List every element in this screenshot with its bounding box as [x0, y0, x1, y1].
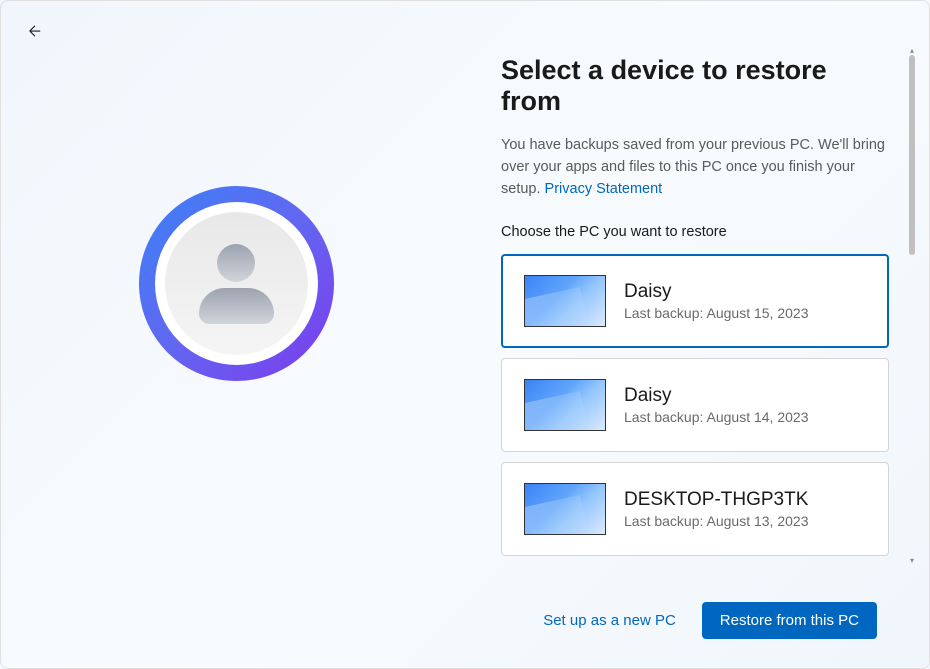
main-container: Select a device to restore from You have…: [1, 1, 929, 566]
device-name: DESKTOP-THGP3TK: [624, 489, 808, 511]
device-info: DESKTOP-THGP3TK Last backup: August 13, …: [624, 489, 808, 529]
device-backup-date: Last backup: August 14, 2023: [624, 409, 808, 425]
back-arrow-icon: [26, 22, 44, 40]
device-thumbnail-icon: [524, 379, 606, 431]
choose-pc-label: Choose the PC you want to restore: [501, 224, 889, 240]
device-card[interactable]: Daisy Last backup: August 15, 2023: [501, 254, 889, 348]
device-thumbnail-icon: [524, 275, 606, 327]
right-panel: Select a device to restore from You have…: [471, 1, 929, 566]
device-backup-date: Last backup: August 15, 2023: [624, 305, 808, 321]
device-name: Daisy: [624, 385, 808, 407]
avatar-icon: [165, 212, 308, 355]
scroll-track[interactable]: [909, 55, 915, 555]
restore-from-pc-button[interactable]: Restore from this PC: [702, 602, 877, 639]
scroll-down-icon[interactable]: ▾: [907, 555, 917, 565]
footer: Set up as a new PC Restore from this PC: [1, 596, 929, 668]
device-name: Daisy: [624, 281, 808, 303]
privacy-statement-link[interactable]: Privacy Statement: [545, 181, 663, 197]
scroll-thumb[interactable]: [909, 55, 915, 255]
device-card[interactable]: Daisy Last backup: August 14, 2023: [501, 358, 889, 452]
device-backup-date: Last backup: August 13, 2023: [624, 513, 808, 529]
page-description: You have backups saved from your previou…: [501, 135, 889, 200]
device-info: Daisy Last backup: August 15, 2023: [624, 281, 808, 321]
device-card[interactable]: DESKTOP-THGP3TK Last backup: August 13, …: [501, 462, 889, 556]
left-panel: [1, 1, 471, 566]
page-title: Select a device to restore from: [501, 55, 889, 117]
back-button[interactable]: [23, 19, 47, 43]
device-info: Daisy Last backup: August 14, 2023: [624, 385, 808, 425]
scroll-up-icon[interactable]: ▴: [907, 45, 917, 55]
scrollbar[interactable]: ▴ ▾: [907, 45, 917, 565]
setup-new-pc-button[interactable]: Set up as a new PC: [539, 604, 680, 637]
avatar-inner: [155, 202, 318, 365]
device-list: Daisy Last backup: August 15, 2023 Daisy…: [501, 254, 889, 566]
avatar-ring: [139, 186, 334, 381]
device-thumbnail-icon: [524, 483, 606, 535]
